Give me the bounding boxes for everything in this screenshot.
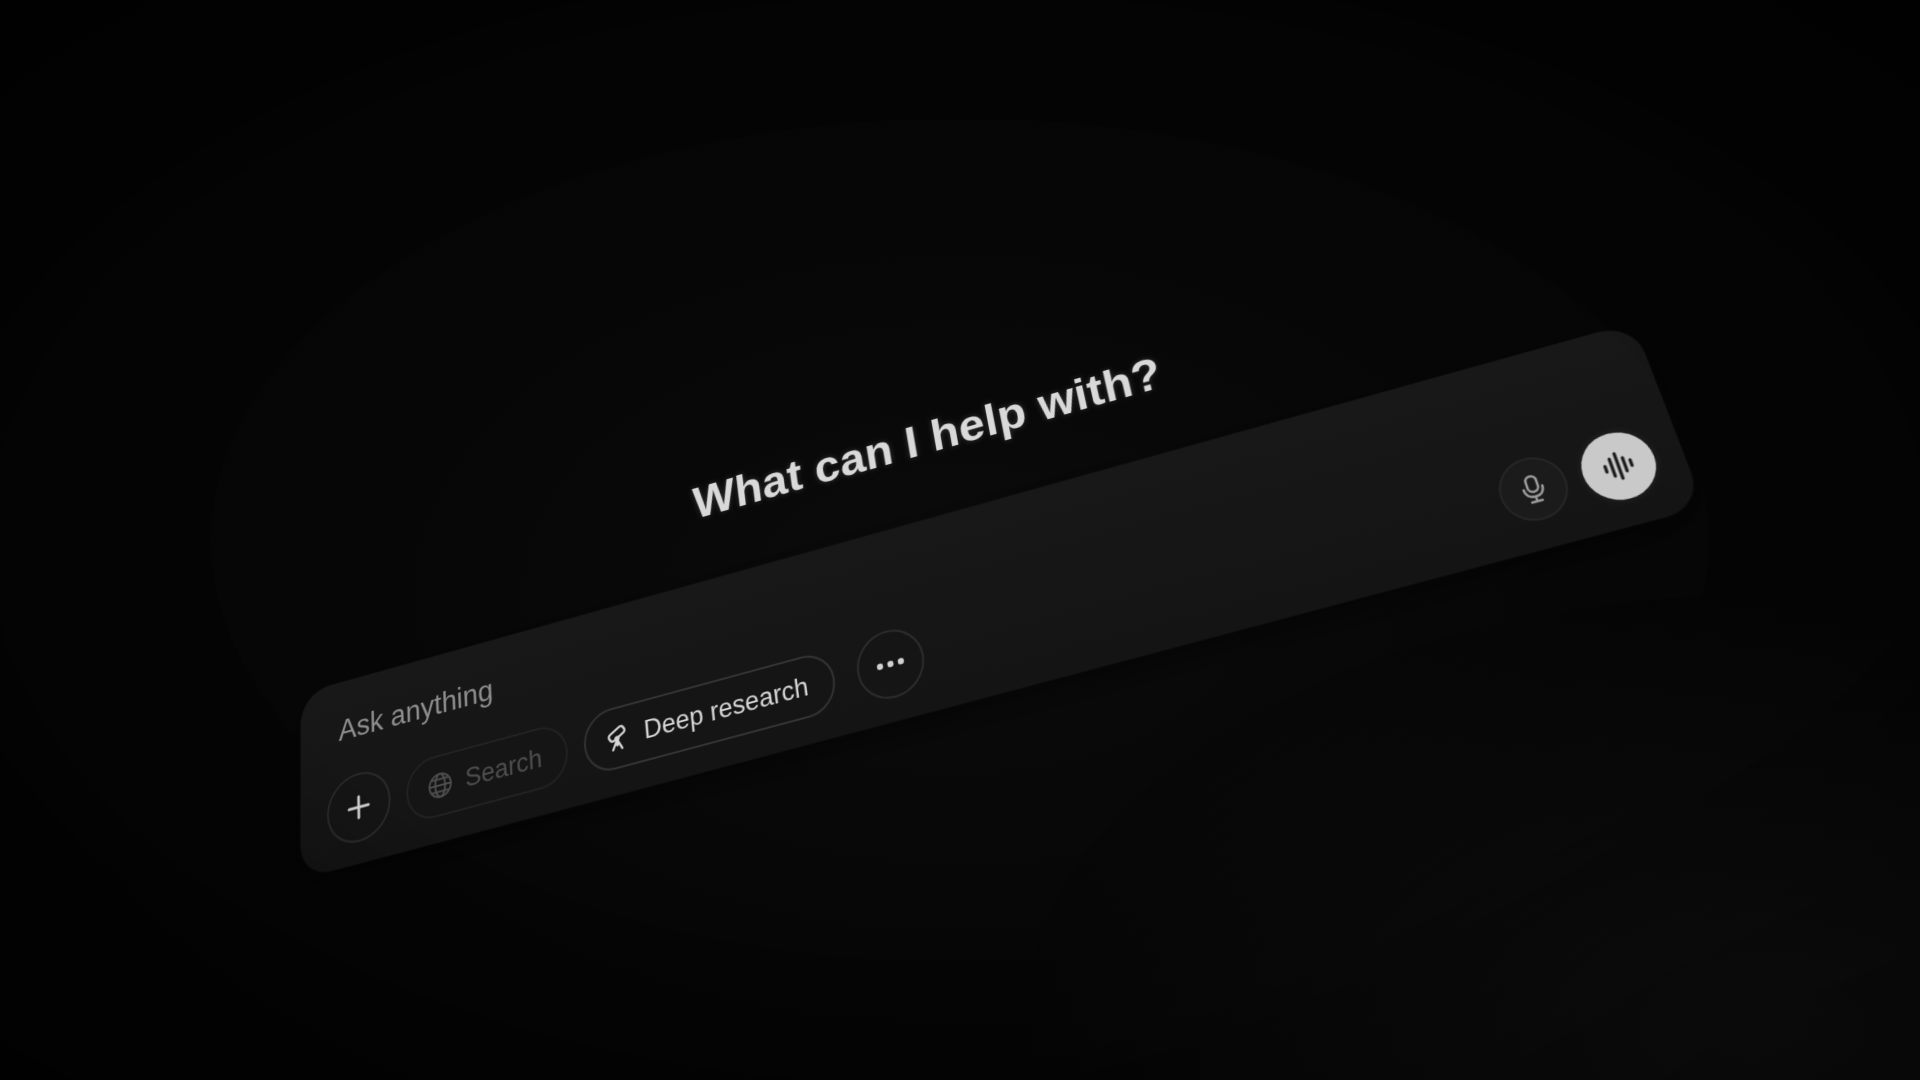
search-button-label: Search bbox=[464, 743, 543, 793]
search-button[interactable]: Search bbox=[405, 720, 570, 826]
telescope-icon bbox=[603, 718, 635, 756]
microphone-icon bbox=[1514, 470, 1553, 508]
waveform-icon bbox=[1596, 447, 1642, 485]
composer-toolbar: Search Deep research bbox=[326, 621, 929, 851]
more-tools-button[interactable] bbox=[852, 622, 929, 707]
ellipsis-icon bbox=[874, 655, 906, 673]
plus-icon bbox=[344, 788, 373, 826]
composer-voice-tools bbox=[1490, 424, 1667, 530]
deep-research-button[interactable]: Deep research bbox=[581, 648, 839, 778]
dictate-button[interactable] bbox=[1490, 449, 1578, 529]
deep-research-button-label: Deep research bbox=[642, 671, 810, 745]
voice-mode-button[interactable] bbox=[1571, 424, 1667, 508]
attach-button[interactable] bbox=[326, 764, 392, 851]
app-stage: What can I help with? Ask anything Searc… bbox=[0, 0, 1920, 1080]
globe-icon bbox=[425, 766, 455, 804]
chat-home: What can I help with? Ask anything Searc… bbox=[300, 222, 1748, 994]
prompt-input[interactable]: Ask anything bbox=[339, 673, 494, 748]
